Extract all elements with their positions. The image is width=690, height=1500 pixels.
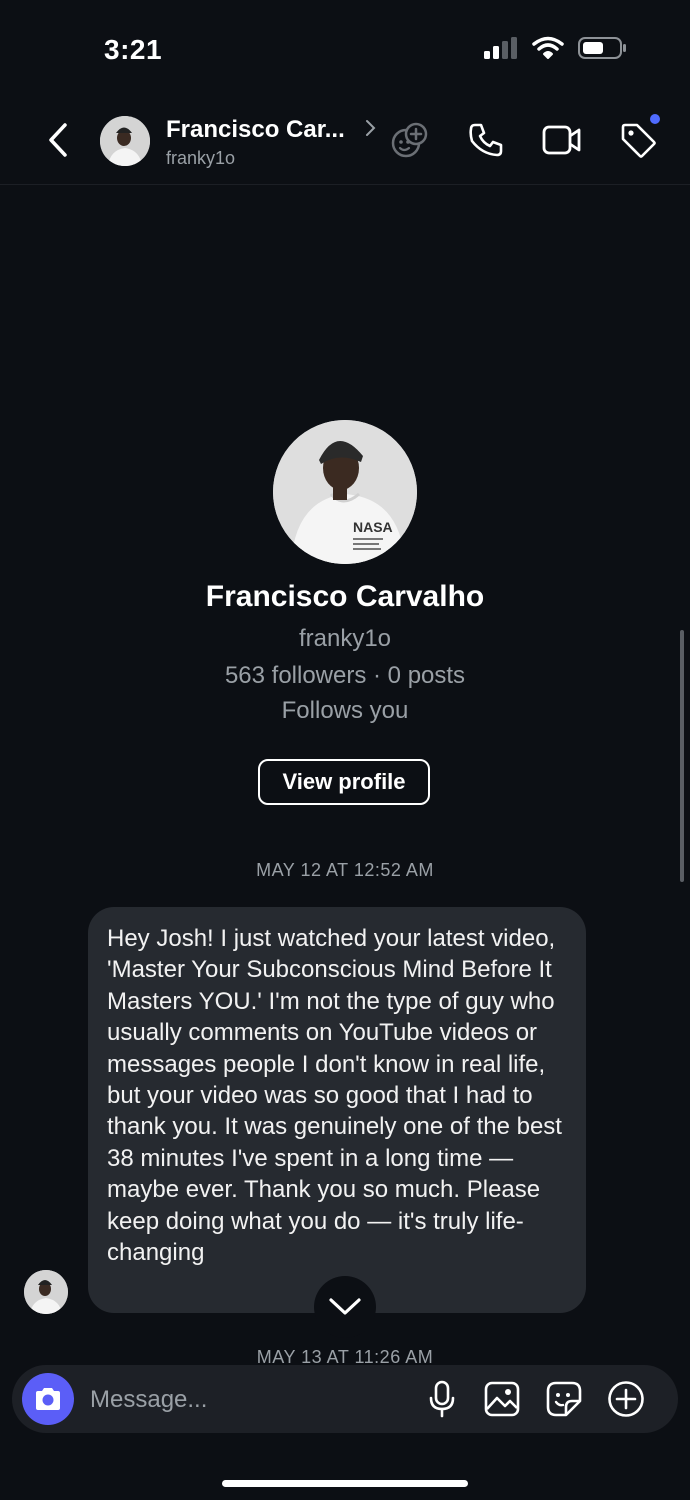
voice-message-button[interactable] <box>422 1379 462 1419</box>
status-icons <box>484 36 628 60</box>
view-profile-button[interactable]: View profile <box>258 759 430 805</box>
profile-avatar[interactable]: NASA <box>273 420 417 564</box>
message-avatar[interactable] <box>24 1270 68 1314</box>
chevron-down-icon <box>329 1298 361 1315</box>
wifi-icon <box>532 36 564 59</box>
status-time: 3:21 <box>104 34 163 65</box>
header-name[interactable]: Francisco Car... <box>166 116 345 144</box>
microphone-icon <box>429 1380 455 1418</box>
sticker-button[interactable] <box>544 1379 584 1419</box>
header-username: franky1o <box>166 148 236 168</box>
scroll-to-bottom-button[interactable] <box>314 1276 376 1338</box>
video-icon <box>542 125 581 155</box>
sticker-icon <box>546 1381 582 1417</box>
tag-icon <box>621 123 656 158</box>
follows-you-label: Follows you <box>281 697 409 724</box>
call-button[interactable] <box>466 120 506 160</box>
effects-button[interactable] <box>390 120 430 160</box>
battery-icon <box>578 37 626 59</box>
profile-stats: 563 followers · 0 posts <box>224 662 466 689</box>
back-icon <box>49 123 67 157</box>
profile-username: franky1o <box>298 625 392 652</box>
message-input[interactable] <box>88 1365 392 1435</box>
scrollbar[interactable] <box>680 630 684 882</box>
home-indicator <box>222 1480 468 1487</box>
chat-header: Francisco Car... franky1o <box>0 96 690 185</box>
back-button[interactable] <box>40 122 76 158</box>
chevron-right-icon <box>366 120 376 136</box>
video-call-button[interactable] <box>542 120 582 160</box>
notification-badge <box>650 114 660 124</box>
header-avatar[interactable] <box>100 116 150 166</box>
tag-button[interactable] <box>618 120 658 160</box>
signal-icon <box>484 37 517 59</box>
gallery-button[interactable] <box>482 1379 522 1419</box>
profile-name: Francisco Carvalho <box>205 580 485 613</box>
more-options-button[interactable] <box>606 1379 646 1419</box>
svg-text:NASA: NASA <box>353 519 393 535</box>
message-bubble[interactable]: Hey Josh! I just watched your latest vid… <box>88 907 586 1313</box>
camera-icon <box>36 1388 60 1410</box>
gallery-icon <box>484 1381 520 1417</box>
message-composer <box>12 1365 678 1435</box>
camera-button[interactable] <box>22 1373 74 1425</box>
plus-icon <box>608 1381 644 1417</box>
message-timestamp: MAY 12 AT 12:52 AM <box>256 860 434 880</box>
effects-icon <box>391 122 428 158</box>
phone-icon <box>469 123 503 157</box>
